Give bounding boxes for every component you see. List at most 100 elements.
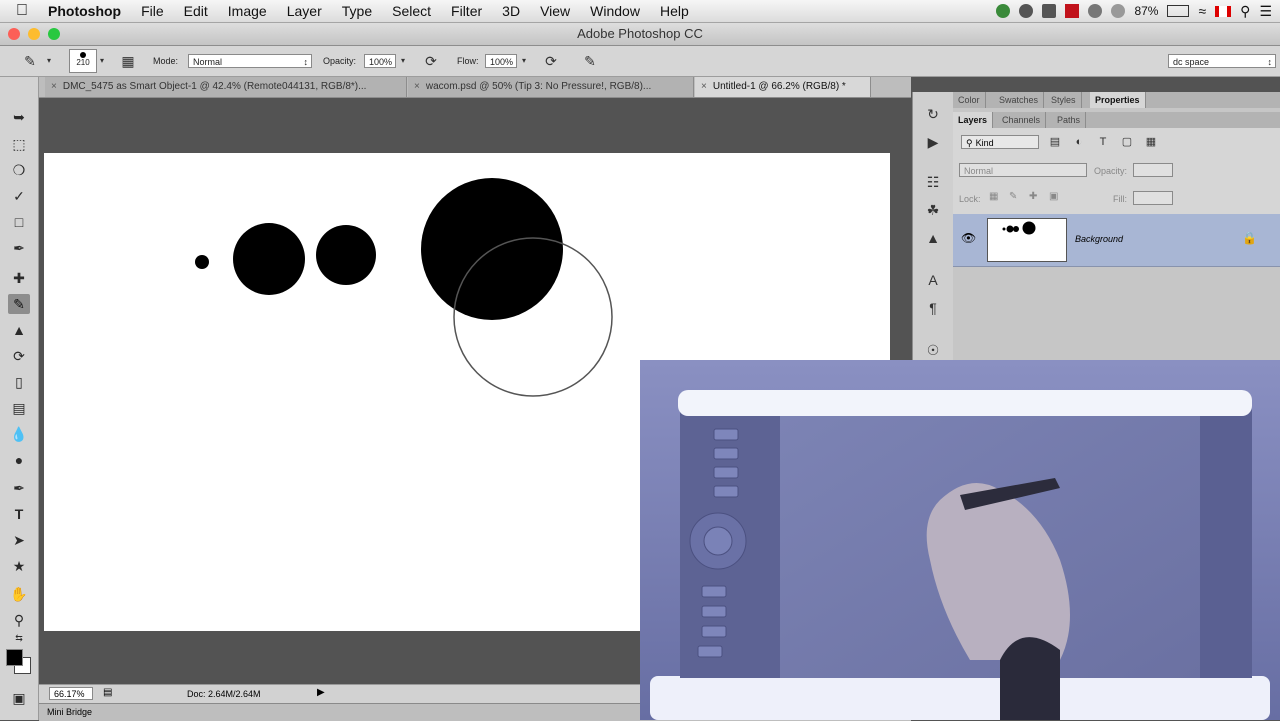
sync-icon[interactable]	[996, 4, 1011, 18]
layer-opacity-input[interactable]	[1133, 163, 1173, 177]
battery-percent[interactable]: 87%	[1134, 4, 1158, 18]
menu-image[interactable]: Image	[218, 3, 277, 19]
adjustments-icon[interactable]: ☷	[923, 172, 943, 192]
lock-position-icon[interactable]: ✚	[1029, 191, 1037, 202]
menu-layer[interactable]: Layer	[277, 3, 332, 19]
brush-size-picker[interactable]: 210	[69, 49, 97, 73]
close-window-button[interactable]	[8, 28, 20, 40]
brush-panel-toggle-icon[interactable]: ▦	[120, 53, 136, 69]
chevron-down-icon[interactable]: ▾	[396, 53, 410, 69]
tab-dmc-5475[interactable]: × DMC_5475 as Smart Object-1 @ 42.4% (Rem…	[45, 77, 407, 97]
pressure-size-icon[interactable]: ✎	[582, 53, 598, 69]
skype-icon[interactable]	[1088, 4, 1103, 18]
flow-input[interactable]: 100%	[485, 54, 517, 68]
healing-brush-tool-icon[interactable]: ✚	[8, 268, 30, 288]
tab-swatches[interactable]: Swatches	[994, 92, 1045, 108]
zoom-window-button[interactable]	[48, 28, 60, 40]
character-icon[interactable]: A	[923, 270, 943, 290]
hand-tool-icon[interactable]: ✋	[8, 584, 30, 604]
actions-play-icon[interactable]: ▶	[923, 132, 943, 152]
tab-wacom-psd[interactable]: × wacom.psd @ 50% (Tip 3: No Pressure!, R…	[408, 77, 694, 97]
tab-paths[interactable]: Paths	[1052, 112, 1087, 128]
minimize-window-button[interactable]	[28, 28, 40, 40]
lasso-tool-icon[interactable]: ❍	[8, 160, 30, 180]
notification-list-icon[interactable]: ☰	[1259, 3, 1272, 20]
zoom-level-input[interactable]: 66.17%	[49, 687, 93, 700]
layer-filter-kind[interactable]: ⚲ Kind	[961, 135, 1039, 149]
apple-icon[interactable]: 	[0, 2, 38, 20]
tab-channels[interactable]: Channels	[997, 112, 1047, 128]
swap-colors-icon[interactable]: ⇆	[8, 632, 30, 644]
lock-pixels-icon[interactable]: ✎	[1009, 191, 1017, 202]
menu-type[interactable]: Type	[332, 3, 382, 19]
record-icon[interactable]	[1065, 4, 1080, 18]
screen-icon[interactable]	[1042, 4, 1057, 18]
quick-mask-icon[interactable]: ▣	[8, 688, 30, 708]
pressure-opacity-icon[interactable]: ⟳	[423, 53, 439, 69]
airbrush-icon[interactable]: ⟳	[543, 53, 559, 69]
quick-selection-tool-icon[interactable]: ✓	[8, 186, 30, 206]
lock-all-icon[interactable]: ▣	[1049, 191, 1058, 202]
blur-tool-icon[interactable]: 💧	[8, 424, 30, 444]
layer-row-background[interactable]: 👁 Background 🔒	[953, 214, 1280, 267]
tab-color[interactable]: Color	[953, 92, 986, 108]
dodge-tool-icon[interactable]: ●	[8, 450, 30, 470]
visibility-eye-icon[interactable]: 👁	[961, 231, 976, 245]
tab-styles[interactable]: Styles	[1046, 92, 1082, 108]
eyedropper-tool-icon[interactable]: ✒	[8, 238, 30, 258]
workspace-select[interactable]: dc space ↕	[1168, 54, 1276, 68]
filter-type-icon[interactable]: T	[1095, 134, 1111, 150]
status-options-icon[interactable]: ▤	[103, 687, 112, 698]
menu-edit[interactable]: Edit	[174, 3, 218, 19]
menu-file[interactable]: File	[131, 3, 174, 19]
lock-transparent-icon[interactable]: ▦	[989, 191, 998, 202]
paragraph-icon[interactable]: ¶	[923, 298, 943, 318]
navigator-icon[interactable]: ☉	[923, 340, 943, 360]
close-tab-icon[interactable]: ×	[701, 81, 707, 92]
time-machine-icon[interactable]	[1111, 4, 1126, 18]
menu-select[interactable]: Select	[382, 3, 441, 19]
crop-tool-icon[interactable]: □	[8, 212, 30, 232]
menu-app-name[interactable]: Photoshop	[38, 3, 131, 19]
chevron-down-icon[interactable]: ▾	[44, 53, 54, 69]
type-tool-icon[interactable]: T	[8, 504, 30, 524]
brush-tool-preset-icon[interactable]: ✎	[22, 53, 38, 69]
tab-untitled-1[interactable]: × Untitled-1 @ 66.2% (RGB/8) *	[695, 77, 871, 97]
menu-filter[interactable]: Filter	[441, 3, 492, 19]
play-arrow-icon[interactable]: ▶	[317, 687, 325, 698]
foreground-color-swatch[interactable]	[6, 649, 23, 666]
menu-help[interactable]: Help	[650, 3, 699, 19]
eraser-tool-icon[interactable]: ▯	[8, 372, 30, 392]
zoom-tool-icon[interactable]: ⚲	[8, 610, 30, 630]
menu-3d[interactable]: 3D	[492, 3, 530, 19]
path-selection-tool-icon[interactable]: ➤	[8, 530, 30, 550]
history-brush-tool-icon[interactable]: ⟳	[8, 346, 30, 366]
pen-tool-icon[interactable]: ✒	[8, 478, 30, 498]
filter-shape-icon[interactable]: ▢	[1119, 134, 1135, 150]
tab-properties[interactable]: Properties	[1090, 92, 1146, 108]
camera-icon[interactable]	[1019, 4, 1034, 18]
brush-presets-icon[interactable]: ☘	[923, 200, 943, 220]
chevron-down-icon[interactable]: ▾	[98, 53, 106, 69]
clone-stamp-tool-icon[interactable]: ▲	[8, 320, 30, 340]
battery-icon[interactable]	[1167, 5, 1190, 17]
fill-input[interactable]	[1133, 191, 1173, 205]
filter-adjustment-icon[interactable]: ◐	[1071, 134, 1087, 150]
close-tab-icon[interactable]: ×	[51, 81, 57, 92]
chevron-down-icon[interactable]: ▾	[517, 53, 531, 69]
search-icon[interactable]: ⚲	[1240, 3, 1250, 20]
close-tab-icon[interactable]: ×	[414, 81, 420, 92]
move-tool-icon[interactable]: ➥	[8, 107, 30, 127]
gradient-tool-icon[interactable]: ▤	[8, 398, 30, 418]
flag-icon[interactable]	[1215, 5, 1232, 17]
marquee-tool-icon[interactable]: ⬚	[8, 134, 30, 154]
opacity-input[interactable]: 100%	[364, 54, 396, 68]
filter-smart-object-icon[interactable]: ▦	[1143, 134, 1159, 150]
brush-tool-icon[interactable]: ✎	[8, 294, 30, 314]
clone-source-icon[interactable]: ▲	[923, 228, 943, 248]
menu-window[interactable]: Window	[580, 3, 650, 19]
layer-name[interactable]: Background	[1075, 234, 1123, 244]
blend-mode-select[interactable]: Normal	[959, 163, 1087, 177]
mode-select[interactable]: Normal ↕	[188, 54, 312, 68]
wifi-icon[interactable]: ≈	[1198, 3, 1206, 19]
